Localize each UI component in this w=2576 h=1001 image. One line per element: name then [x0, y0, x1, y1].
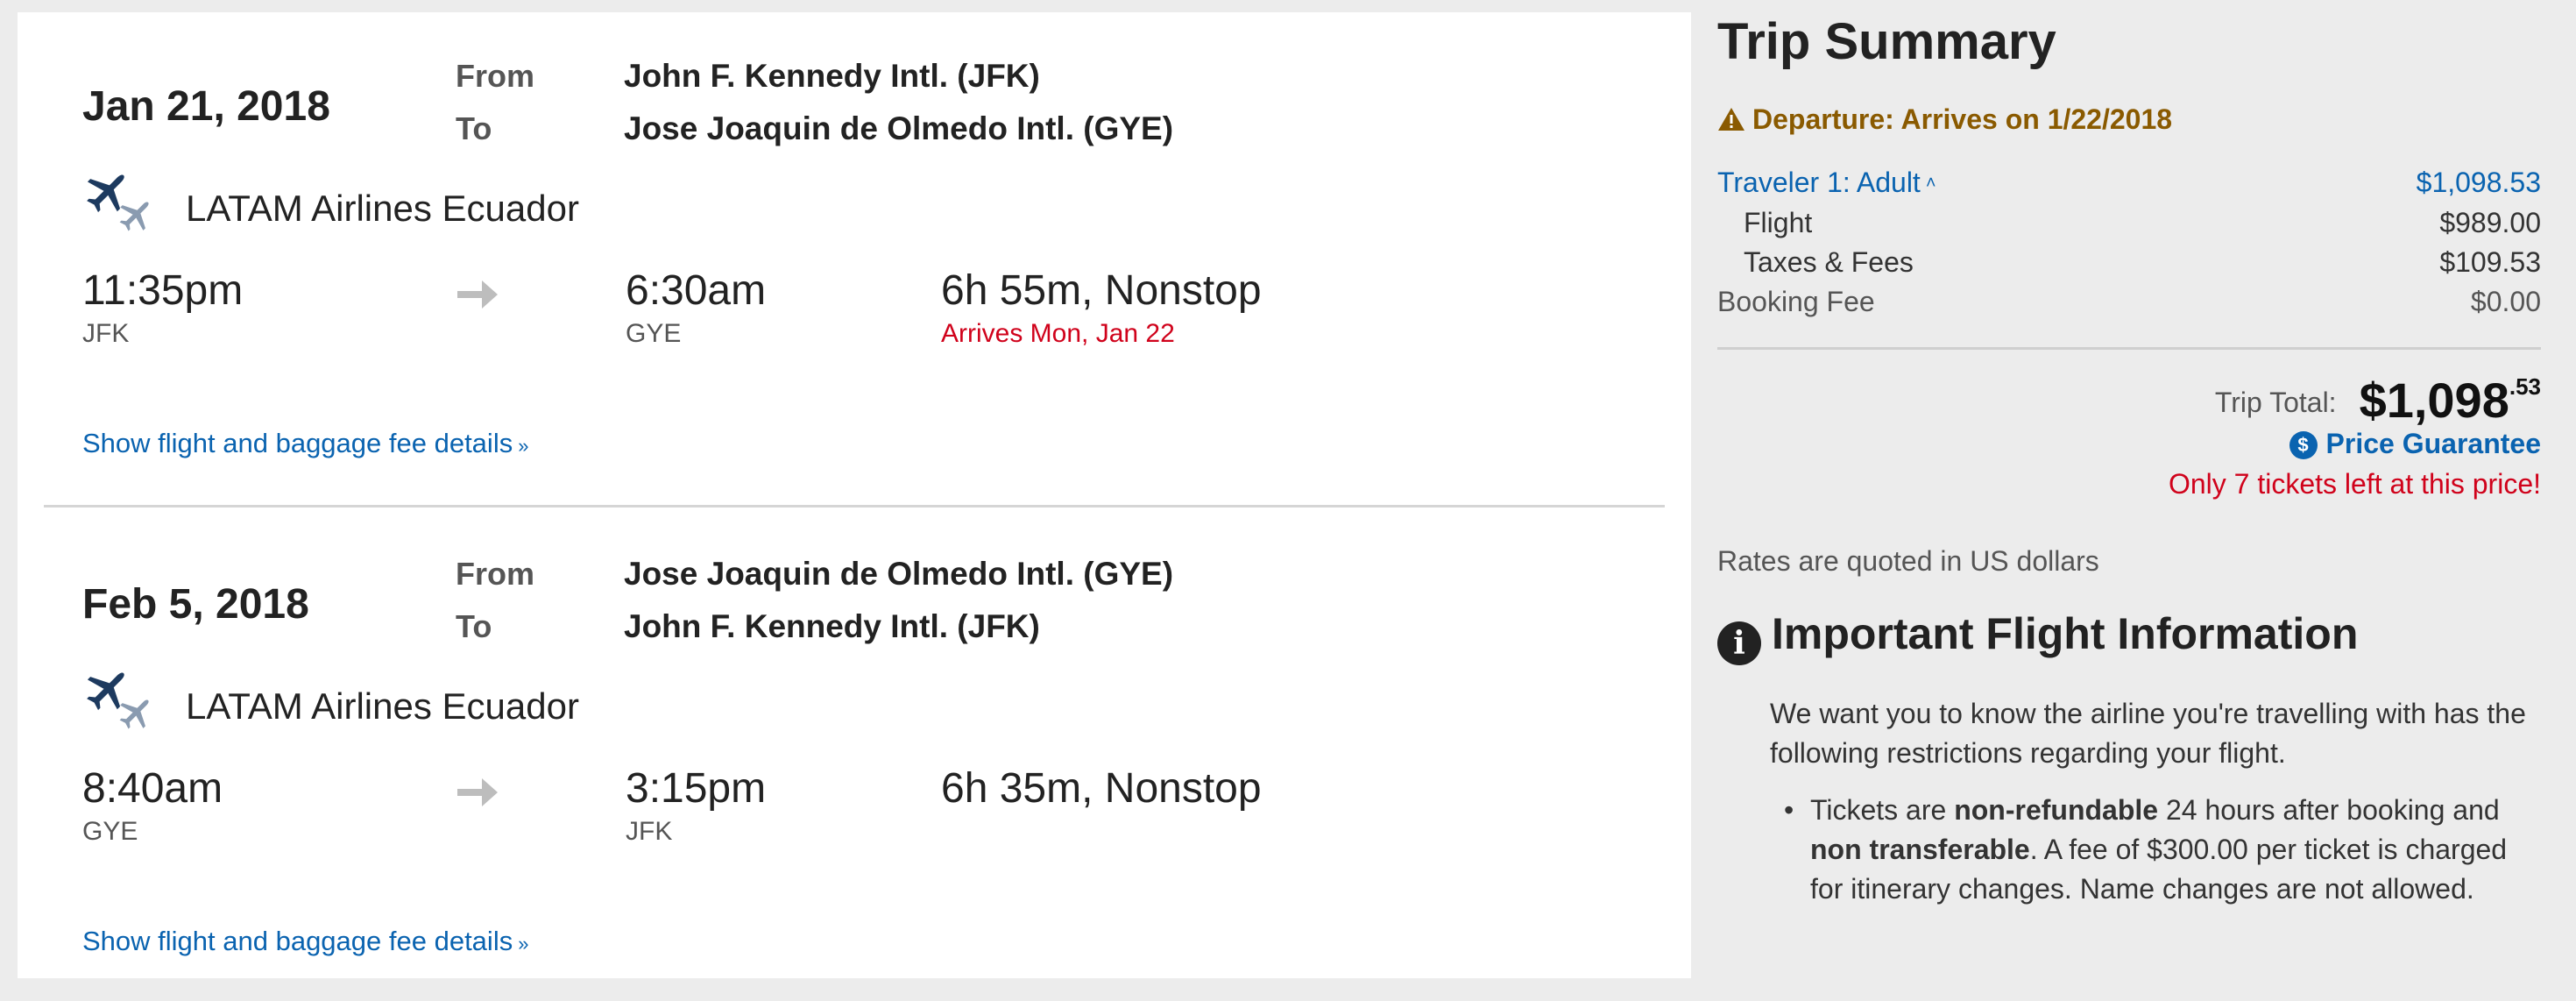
restriction-emphasis: non transferable — [1810, 834, 2030, 865]
restriction-text-part: 24 hours after booking and — [2158, 794, 2500, 826]
to-label: To — [456, 110, 492, 146]
from-airport: Jose Joaquin de Olmedo Intl. (GYE) — [624, 556, 1174, 592]
departure-code: GYE — [82, 817, 138, 846]
info-circle-icon: i — [1717, 621, 1761, 665]
taxes-label: Taxes & Fees — [1744, 246, 1914, 278]
restriction-text: Tickets are non-refundable 24 hours afte… — [1810, 791, 2541, 909]
restriction-emphasis: non-refundable — [1954, 794, 2159, 826]
show-details-link[interactable]: Show flight and baggage fee details» — [82, 428, 528, 459]
next-day-arrival-note: Arrives Mon, Jan 22 — [941, 319, 1175, 348]
booking-amount: $0.00 — [2470, 286, 2541, 317]
departure-time: 11:35pm — [82, 267, 244, 314]
departure-code: JFK — [82, 319, 130, 348]
airline-name: LATAM Airlines Ecuador — [186, 188, 579, 229]
arrival-time: 6:30am — [626, 267, 767, 314]
restriction-text-part: Tickets are — [1810, 794, 1955, 826]
summary-title: Trip Summary — [1717, 13, 2056, 70]
traveler-amount: $1,098.53 — [2416, 167, 2541, 198]
traveler-toggle[interactable]: Traveler 1: Adult ˄ — [1717, 167, 1936, 199]
traveler-label: Traveler 1: Adult — [1717, 167, 1921, 198]
trip-total: Trip Total: $1,098.53 — [2215, 372, 2541, 429]
chevron-double-down-icon: » — [518, 933, 529, 955]
arrival-code: JFK — [626, 817, 673, 846]
warning-triangle-icon — [1718, 108, 1744, 131]
restriction-item: • Tickets are non-refundable 24 hours af… — [1770, 791, 2541, 909]
flight-duration: 6h 35m, Nonstop — [941, 765, 1262, 812]
departure-alert: Departure: Arrives on 1/22/2018 — [1717, 103, 2172, 136]
leg-date: Feb 5, 2018 — [82, 581, 309, 628]
price-guarantee-label: Price Guarantee — [2325, 428, 2541, 459]
show-details-label: Show flight and baggage fee details — [82, 926, 513, 956]
chevron-double-down-icon: » — [518, 435, 529, 457]
leg-divider — [44, 505, 1665, 508]
important-info-intro: We want you to know the airline you're t… — [1770, 698, 2526, 769]
booking-label: Booking Fee — [1717, 286, 1875, 317]
trip-total-cents: .53 — [2509, 373, 2541, 400]
plane-icon — [82, 168, 160, 238]
leg-date: Jan 21, 2018 — [82, 83, 330, 130]
to-label: To — [456, 608, 492, 644]
departure-alert-text: Departure: Arrives on 1/22/2018 — [1752, 103, 2173, 135]
to-airport: Jose Joaquin de Olmedo Intl. (GYE) — [624, 110, 1174, 146]
important-info-title: Important Flight Information — [1772, 609, 2359, 658]
itinerary-panel: Jan 21, 2018 From John F. Kennedy Intl. … — [18, 12, 1691, 978]
plane-icon — [82, 666, 160, 736]
trip-total-amount: $1,098 — [2359, 373, 2509, 428]
scarcity-message: Only 7 tickets left at this price! — [2168, 468, 2541, 500]
trip-summary-panel: Trip Summary Departure: Arrives on 1/22/… — [1717, 0, 2541, 978]
currency-note: Rates are quoted in US dollars — [1717, 545, 2099, 577]
dollar-coin-icon: $ — [2289, 431, 2318, 459]
bullet-dot: • — [1784, 794, 1794, 826]
from-label: From — [456, 58, 534, 94]
flight-leg-outbound: Jan 21, 2018 From John F. Kennedy Intl. … — [18, 12, 1691, 503]
taxes-amount: $109.53 — [2439, 246, 2541, 278]
arrow-right-icon — [457, 778, 498, 806]
important-info-heading: i Important Flight Information — [1717, 608, 2358, 665]
arrow-right-icon — [457, 280, 498, 309]
departure-time: 8:40am — [82, 765, 223, 812]
from-airport: John F. Kennedy Intl. (JFK) — [624, 58, 1040, 94]
show-details-label: Show flight and baggage fee details — [82, 428, 513, 458]
flight-label: Flight — [1744, 207, 1813, 238]
to-airport: John F. Kennedy Intl. (JFK) — [624, 608, 1040, 644]
flight-amount: $989.00 — [2439, 207, 2541, 238]
show-details-link[interactable]: Show flight and baggage fee details» — [82, 926, 528, 957]
summary-divider — [1717, 347, 2541, 350]
arrival-code: GYE — [626, 319, 682, 348]
arrival-time: 3:15pm — [626, 765, 767, 812]
flight-leg-return: Feb 5, 2018 From Jose Joaquin de Olmedo … — [18, 510, 1691, 1001]
from-label: From — [456, 556, 534, 592]
airline-name: LATAM Airlines Ecuador — [186, 685, 579, 727]
trip-total-label: Trip Total: — [2214, 387, 2337, 418]
flight-duration: 6h 55m, Nonstop — [941, 267, 1262, 314]
price-guarantee-link[interactable]: $ Price Guarantee — [2289, 428, 2541, 460]
chevron-double-up-icon: ˄ — [1925, 174, 1936, 193]
